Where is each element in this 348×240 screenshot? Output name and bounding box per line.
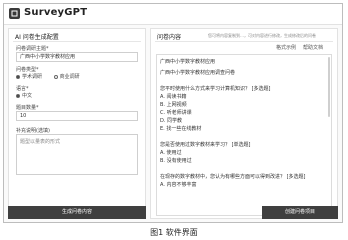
create-project-button[interactable]: 创建问卷项目 (262, 206, 338, 219)
content-panel-title: 问卷内容 (157, 34, 182, 41)
help-docs-link[interactable]: 帮助文档 (303, 45, 323, 51)
count-label: 题目数量* (16, 105, 39, 111)
content-hint: 您可将内容复制到…，可对内容进行修改，生成修改后的问卷 (208, 33, 316, 38)
notes-textarea[interactable]: 题型以量表的形式 (16, 134, 138, 175)
radio-business[interactable]: 商业调研 (53, 73, 80, 80)
scrollbar[interactable] (328, 57, 330, 117)
divider (13, 41, 141, 42)
config-panel: AI 问卷生成配置 问卷调研主题* 广西中小学数字教材应用 问卷类型* 学术调研… (8, 28, 146, 219)
radio-selected-icon (16, 74, 20, 79)
count-input[interactable]: 10 (16, 111, 138, 121)
content-line: A. 使用过 (160, 150, 182, 156)
language-option[interactable]: 中文 (16, 92, 32, 99)
language-value: 中文 (22, 93, 33, 99)
content-line: B. 没有使用过 (160, 158, 192, 164)
radio-business-label: 商业调研 (59, 74, 80, 80)
config-panel-title: AI 问卷生成配置 (15, 34, 59, 41)
content-line: 广西中小学数字教材应用调查问卷 (160, 70, 236, 76)
topic-label: 问卷调研主题* (16, 46, 49, 52)
language-label: 语言* (16, 86, 29, 92)
app-logo-icon (9, 8, 20, 19)
divider (155, 41, 333, 42)
content-line: E. 找一些在线教材 (160, 126, 202, 132)
radio-academic[interactable]: 学术调研 (16, 73, 42, 80)
content-panel: 问卷内容 您可将内容复制到…，可对内容进行修改，生成修改后的问卷 格式示例 帮助文… (150, 28, 338, 219)
content-line: A. 内容不够丰富 (160, 182, 197, 188)
generate-button[interactable]: 生成问卷内容 (8, 206, 146, 219)
app-header: SurveyGPT (4, 4, 342, 25)
help-links: 格式示例 帮助文档 (269, 44, 323, 51)
format-example-link[interactable]: 格式示例 (276, 45, 296, 51)
type-radio-group: 学术调研 商业调研 (16, 73, 90, 80)
radio-selected-icon (16, 93, 20, 98)
content-line: B. 上网视频 (160, 102, 187, 108)
notes-label: 补充说明(选填) (16, 128, 50, 134)
content-line: C. 听老师讲课 (160, 110, 192, 116)
content-line: D. 同学教 (160, 118, 183, 124)
figure-caption: 图1 软件界面 (150, 228, 198, 237)
type-label: 问卷类型* (16, 67, 39, 73)
content-line: A. 阅读书籍 (160, 94, 187, 100)
content-line: 广西中小学数字教材应用 (160, 59, 216, 65)
content-line: 您是否使用过数字教材来学习？ [单选题] (160, 142, 251, 148)
content-line: 在现存的数字教材中，您认为有哪些方面可以得到改进？ [多选题] (160, 174, 306, 180)
radio-academic-label: 学术调研 (22, 74, 43, 80)
content-line: 您平时使用什么方式来学习计算机知识？ [多选题] (160, 86, 271, 92)
topic-input[interactable]: 广西中小学数字教材应用 (16, 52, 138, 62)
app-title: SurveyGPT (24, 7, 88, 18)
questionnaire-content[interactable]: 广西中小学数字教材应用 广西中小学数字教材应用调查问卷 您平时使用什么方式来学习… (156, 54, 332, 216)
radio-unselected-icon (53, 74, 58, 79)
